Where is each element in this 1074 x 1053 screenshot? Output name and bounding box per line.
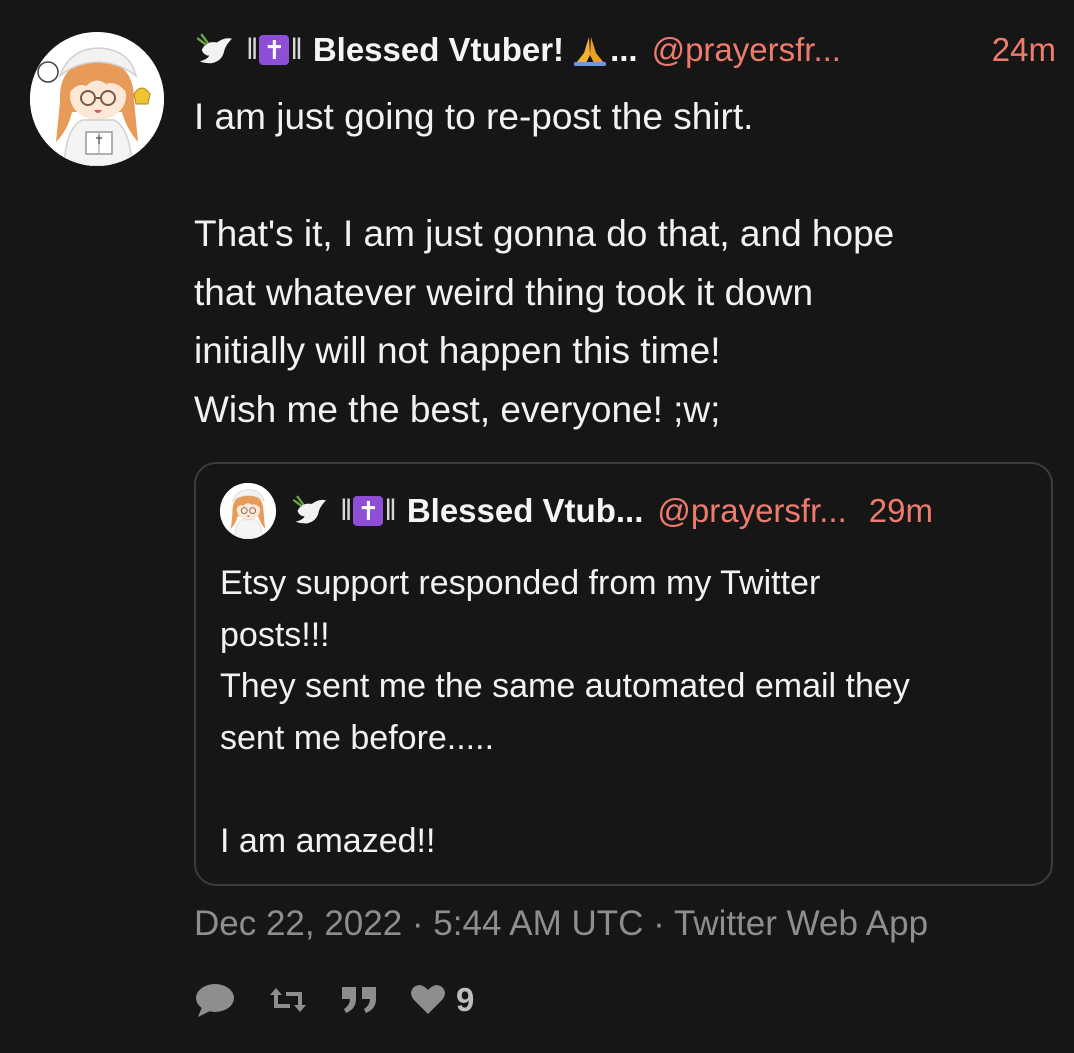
quoted-tweet[interactable]: ‖ ✝ ‖ Blessed Vtub... @prayersfr... 29m … — [194, 462, 1053, 886]
heart-icon — [411, 985, 445, 1014]
tweet-header: ‖ ✝ ‖ Blessed Vtuber! ... @prayersfr... … — [196, 24, 1056, 76]
quoted-line: Etsy support responded from my Twitter — [220, 564, 821, 602]
quoted-line: They sent me the same automated email th… — [220, 667, 910, 705]
quoted-header: ‖ ✝ ‖ Blessed Vtub... @prayersfr... 29m — [292, 486, 1032, 536]
quoted-display-name[interactable]: Blessed Vtub... — [407, 492, 644, 530]
quote-button[interactable] — [340, 985, 378, 1015]
quoted-username-handle[interactable]: @prayersfr... — [657, 492, 846, 530]
quoted-body: Etsy support responded from my Twitter p… — [220, 558, 1030, 867]
folded-hands-icon — [574, 37, 607, 66]
cross-badge: ‖ ✝ ‖ — [340, 494, 397, 528]
quote-icon — [342, 987, 376, 1013]
quoted-line: sent me before..... — [220, 718, 495, 757]
cross-badge: ‖ ✝ ‖ — [246, 33, 303, 67]
like-button[interactable]: 9 — [410, 981, 474, 1019]
name-bars-left: ‖ — [340, 494, 353, 527]
tweet-meta[interactable]: Dec 22, 2022 · 5:44 AM UTC · Twitter Web… — [194, 904, 928, 944]
tweet-body: I am just going to re-post the shirt. Th… — [194, 88, 1054, 439]
body-line: That's it, I am just gonna do that, and … — [194, 213, 895, 254]
tweet: ‖ ✝ ‖ Blessed Vtuber! ... @prayersfr... … — [0, 0, 1074, 1053]
tweet-actions: 9 — [194, 978, 506, 1022]
name-bars-right: ‖ — [290, 33, 303, 66]
latin-cross-icon: ✝ — [259, 35, 290, 65]
username-handle[interactable]: @prayersfr... — [652, 31, 841, 69]
body-line: that whatever weird thing took it down — [194, 271, 814, 313]
quoted-line: I am amazed!! — [220, 821, 436, 860]
tweet-time[interactable]: 24m — [992, 31, 1056, 69]
dove-icon — [196, 33, 232, 64]
dove-icon — [292, 495, 326, 524]
quoted-line: posts!!! — [220, 615, 330, 654]
name-bars-left: ‖ — [246, 33, 259, 66]
retweet-button[interactable] — [268, 984, 308, 1016]
avatar[interactable] — [30, 32, 164, 166]
retweet-icon — [270, 988, 306, 1012]
reply-button[interactable] — [194, 981, 236, 1019]
avatar-illustration — [30, 32, 164, 166]
body-line: Wish me the best, everyone! ;w; — [194, 388, 721, 430]
body-line: I am just going to re-post the shirt. — [194, 96, 754, 137]
like-count: 9 — [456, 981, 475, 1018]
comment-icon — [196, 984, 234, 1017]
name-bars-right: ‖ — [384, 494, 397, 527]
name-truncation: ... — [610, 31, 638, 68]
quoted-avatar[interactable] — [220, 483, 276, 539]
display-name[interactable]: Blessed Vtuber! — [313, 31, 564, 69]
body-line: initially will not happen this time! — [194, 330, 721, 371]
avatar-illustration — [220, 483, 276, 539]
latin-cross-icon: ✝ — [353, 496, 384, 526]
quoted-time[interactable]: 29m — [869, 492, 933, 530]
